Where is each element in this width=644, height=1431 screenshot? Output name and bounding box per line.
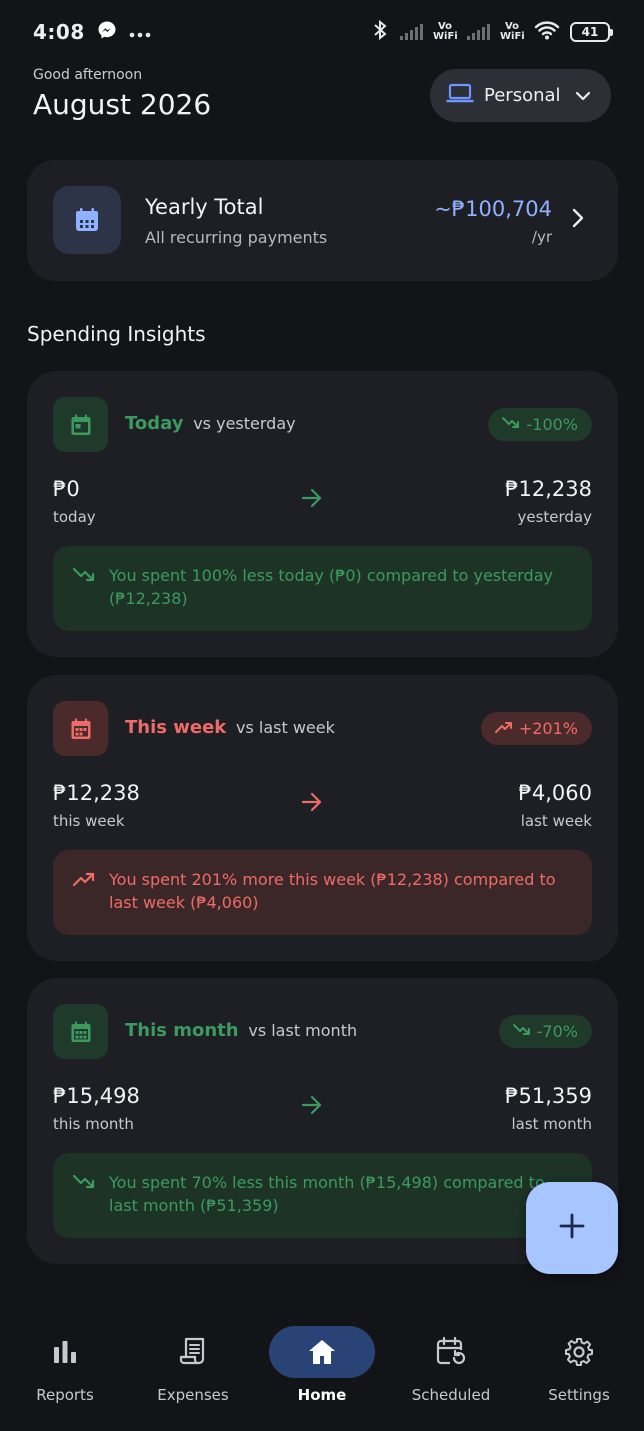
- insight-note: You spent 100% less today (₱0) compared …: [53, 546, 592, 631]
- previous-value: ₱51,359: [505, 1084, 592, 1108]
- insight-comparison: vs yesterday: [193, 414, 296, 433]
- trending-down-icon: [512, 1022, 531, 1041]
- nav-label: Reports: [36, 1386, 94, 1404]
- change-percent: +201%: [518, 719, 578, 738]
- calendar-week-icon: [53, 701, 108, 756]
- more-dots-icon: [129, 23, 151, 42]
- chevron-down-icon: [575, 85, 591, 106]
- vowifi-indicator-2: Vo WiFi: [500, 21, 525, 42]
- yearly-total-card[interactable]: Yearly Total All recurring payments ~₱10…: [27, 160, 618, 281]
- calendar-day-icon: [53, 397, 108, 452]
- trending-up-icon: [494, 719, 513, 738]
- change-badge: -100%: [488, 408, 592, 441]
- nav-reports[interactable]: Reports: [0, 1326, 130, 1404]
- profile-selector-button[interactable]: Personal: [430, 69, 611, 122]
- laptop-icon: [446, 82, 474, 109]
- nav-label: Scheduled: [411, 1386, 491, 1404]
- insight-card-today[interactable]: Today vs yesterday -100% ₱0 today ₱12,23…: [27, 371, 618, 657]
- previous-label: yesterday: [517, 508, 592, 526]
- trending-down-icon: [72, 566, 95, 589]
- vowifi-indicator: Vo WiFi: [433, 21, 458, 42]
- battery-indicator: 41: [570, 22, 613, 42]
- signal-icon: [400, 24, 423, 40]
- current-value: ₱15,498: [53, 1084, 140, 1108]
- current-label: this month: [53, 1115, 134, 1133]
- previous-value: ₱4,060: [518, 781, 592, 805]
- signal-icon-2: [467, 24, 490, 40]
- greeting-text: Good afternoon: [33, 67, 143, 83]
- insight-note: You spent 70% less this month (₱15,498) …: [53, 1153, 592, 1238]
- chevron-right-icon: [572, 208, 584, 232]
- insight-note: You spent 201% more this week (₱12,238) …: [53, 850, 592, 935]
- insight-note-text: You spent 100% less today (₱0) compared …: [109, 566, 553, 608]
- insight-comparison: vs last week: [236, 718, 335, 737]
- trending-up-icon: [72, 870, 95, 893]
- nav-expenses[interactable]: Expenses: [128, 1326, 258, 1404]
- calendar-sync-icon: [398, 1326, 504, 1378]
- trending-down-icon: [72, 1173, 95, 1196]
- nav-label: Settings: [548, 1386, 610, 1404]
- current-value: ₱12,238: [53, 781, 140, 805]
- arrow-right-icon: [301, 792, 323, 816]
- yearly-total-title: Yearly Total: [145, 195, 264, 219]
- previous-label: last month: [511, 1115, 592, 1133]
- arrow-right-icon: [301, 488, 323, 512]
- change-badge: -70%: [498, 1015, 592, 1048]
- insight-heading: This week vs last week: [125, 717, 335, 738]
- current-label: today: [53, 508, 96, 526]
- insight-heading: Today vs yesterday: [125, 413, 296, 434]
- yearly-total-subtitle: All recurring payments: [145, 228, 328, 247]
- nav-settings[interactable]: Settings: [514, 1326, 644, 1404]
- receipt-icon: [140, 1326, 246, 1378]
- page-title: August 2026: [33, 88, 212, 121]
- insight-period: Today: [125, 413, 184, 434]
- bottom-navigation: Reports Expenses Home Scheduled Settings: [0, 1306, 644, 1431]
- insight-heading: This month vs last month: [125, 1020, 357, 1041]
- calendar-month-icon: [53, 1004, 108, 1059]
- messenger-icon: [97, 20, 117, 44]
- yearly-total-amount: ~₱100,704: [434, 197, 552, 221]
- bar-chart-icon: [12, 1326, 118, 1378]
- insight-period: This month: [125, 1020, 239, 1041]
- calendar-icon: [53, 186, 121, 254]
- status-bar: 4:08 Vo WiFi Vo WiFi 41: [0, 0, 644, 64]
- change-percent: -100%: [526, 415, 578, 434]
- home-icon: [269, 1326, 375, 1378]
- change-badge: +201%: [480, 712, 592, 745]
- arrow-right-icon: [301, 1095, 323, 1119]
- current-label: this week: [53, 812, 125, 830]
- previous-label: last week: [520, 812, 592, 830]
- add-expense-fab[interactable]: [526, 1182, 618, 1274]
- previous-value: ₱12,238: [505, 477, 592, 501]
- status-time: 4:08: [33, 20, 85, 44]
- profile-label: Personal: [484, 85, 561, 106]
- nav-label: Expenses: [157, 1386, 229, 1404]
- section-title: Spending Insights: [27, 322, 206, 346]
- bluetooth-icon: [370, 19, 390, 45]
- trending-down-icon: [502, 415, 520, 434]
- insight-card-week[interactable]: This week vs last week +201% ₱12,238 thi…: [27, 675, 618, 961]
- insight-note-text: You spent 70% less this month (₱15,498) …: [109, 1173, 545, 1215]
- wifi-icon: [534, 20, 560, 44]
- plus-icon: [558, 1212, 586, 1244]
- insight-period: This week: [125, 717, 227, 738]
- nav-label: Home: [297, 1386, 347, 1404]
- gear-icon: [526, 1326, 632, 1378]
- nav-home[interactable]: Home: [257, 1326, 387, 1404]
- current-value: ₱0: [53, 477, 80, 501]
- insight-comparison: vs last month: [248, 1021, 358, 1040]
- yearly-total-unit: /yr: [531, 228, 552, 246]
- insight-note-text: You spent 201% more this week (₱12,238) …: [109, 870, 556, 912]
- change-percent: -70%: [536, 1022, 578, 1041]
- nav-scheduled[interactable]: Scheduled: [386, 1326, 516, 1404]
